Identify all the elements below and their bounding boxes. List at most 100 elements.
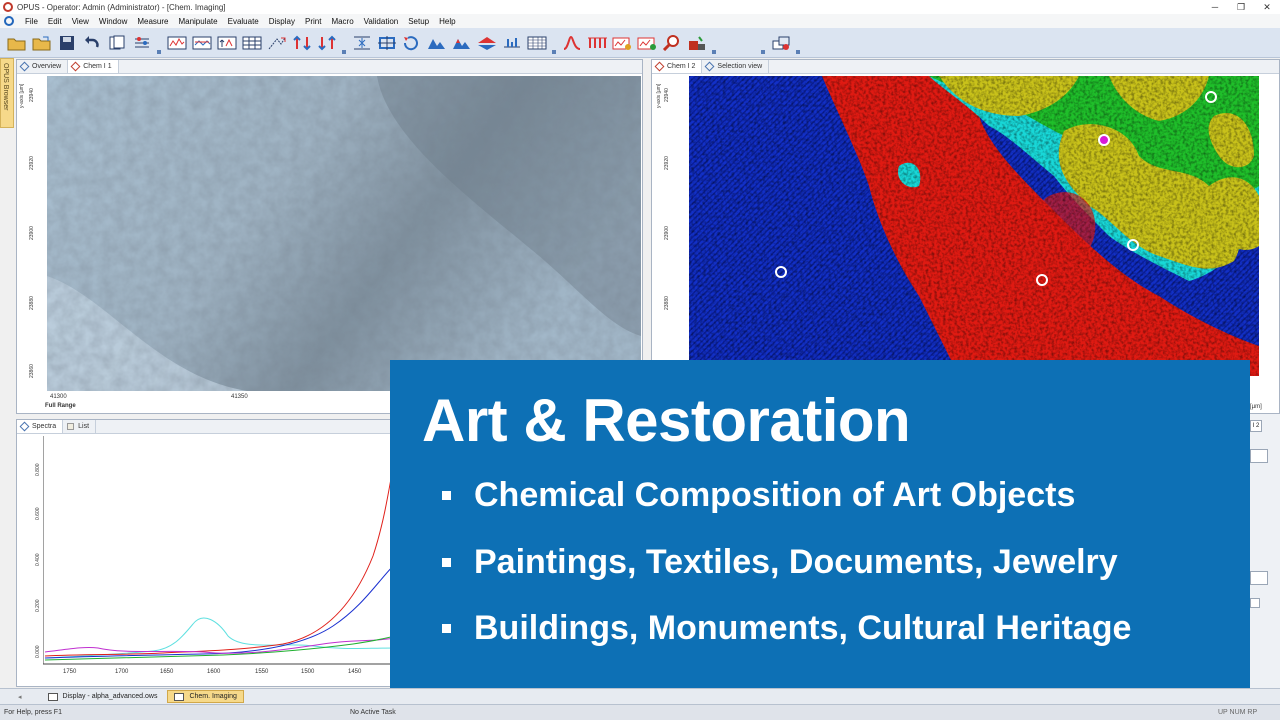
y-tick: 0.600 xyxy=(35,507,41,520)
y-tick: 23880 xyxy=(664,296,670,310)
chem-tab-icon xyxy=(70,61,81,72)
toolbar-overflow-icon-3[interactable] xyxy=(551,32,557,54)
map-tabs: Chem I 2 Selection view xyxy=(652,60,1279,74)
expand-vertical-icon[interactable] xyxy=(291,32,313,54)
button-fragment[interactable] xyxy=(1250,598,1260,608)
toolbar-overflow-icon[interactable] xyxy=(156,32,162,54)
library-search-icon[interactable] xyxy=(686,32,708,54)
spectra-plot[interactable] xyxy=(43,436,395,666)
grid-table-icon[interactable] xyxy=(526,32,548,54)
sample-visual-image[interactable] xyxy=(47,76,641,391)
tab-chem-i-1[interactable]: Chem I 1 xyxy=(68,60,119,73)
open-folder-icon[interactable] xyxy=(6,32,28,54)
toolbar-overflow-icon-6[interactable] xyxy=(795,32,801,54)
peak-invert-icon[interactable] xyxy=(476,32,498,54)
display-spectrum-icon[interactable] xyxy=(166,32,188,54)
opus-browser-toggle[interactable]: OPUS Browser xyxy=(0,58,14,128)
x-axis-unit-fragment: [µm] xyxy=(1250,404,1262,410)
status-indicators: UP NUM RP xyxy=(1218,709,1258,716)
tab-overview[interactable]: Overview xyxy=(17,60,69,73)
minimize-icon[interactable]: ─ xyxy=(1202,0,1228,14)
peak-red-icon[interactable] xyxy=(451,32,473,54)
toolbar-spacer xyxy=(735,32,757,54)
y-tick: 23940 xyxy=(664,88,670,102)
scroll-left-icon[interactable]: ◂ xyxy=(18,693,22,701)
promo-headline: Art & Restoration xyxy=(422,387,911,454)
menu-window[interactable]: Window xyxy=(94,17,132,26)
y-tick: 23860 xyxy=(29,364,35,378)
document-menu-icon[interactable] xyxy=(4,16,14,26)
chemical-distribution-map[interactable] xyxy=(689,76,1259,376)
y-tick: 23900 xyxy=(29,226,35,240)
menu-help[interactable]: Help xyxy=(434,17,460,26)
undo-icon[interactable] xyxy=(81,32,103,54)
scale-spectrum-icon[interactable] xyxy=(216,32,238,54)
open-file-icon[interactable] xyxy=(31,32,53,54)
tab-spectra[interactable]: Spectra xyxy=(17,420,64,433)
promo-bullet: Chemical Composition of Art Objects xyxy=(442,475,1075,515)
task-chem-imaging[interactable]: Chem. Imaging xyxy=(167,690,244,703)
y-tick: 0.000 xyxy=(35,645,41,658)
dropdown-fragment-1[interactable] xyxy=(1250,449,1268,463)
save-icon[interactable] xyxy=(56,32,78,54)
selection-tab-icon xyxy=(704,61,715,72)
menu-measure[interactable]: Measure xyxy=(132,17,173,26)
menu-display[interactable]: Display xyxy=(264,17,300,26)
tab-chem-i-1-label: Chem I 1 xyxy=(83,63,112,70)
overlay-spectra-icon[interactable] xyxy=(191,32,213,54)
red-markers-icon[interactable] xyxy=(586,32,608,54)
menu-edit[interactable]: Edit xyxy=(43,17,67,26)
menu-macro[interactable]: Macro xyxy=(326,17,358,26)
task-display[interactable]: Display - alpha_advanced.ows xyxy=(42,690,164,703)
peak-blue-icon[interactable] xyxy=(426,32,448,54)
tab-list-label: List xyxy=(78,423,90,430)
tab-fragment[interactable]: I 2 xyxy=(1250,420,1262,432)
spectra-tab-icon xyxy=(19,421,30,432)
search-magnifier-icon[interactable] xyxy=(661,32,683,54)
blue-spectrum xyxy=(44,563,395,659)
x-tick: 41300 xyxy=(50,394,67,400)
menu-print[interactable]: Print xyxy=(300,17,326,26)
parameters-icon[interactable] xyxy=(131,32,153,54)
toolbar-overflow-icon-5[interactable] xyxy=(760,32,766,54)
document-taskbar: ◂ Display - alpha_advanced.ows Chem. Ima… xyxy=(0,688,1280,704)
undo-zoom-icon[interactable] xyxy=(401,32,423,54)
table-view-icon[interactable] xyxy=(241,32,263,54)
dropdown-fragment-2[interactable] xyxy=(1250,571,1268,585)
shrink-vertical-icon[interactable] xyxy=(316,32,338,54)
menu-file[interactable]: File xyxy=(20,17,43,26)
menu-setup[interactable]: Setup xyxy=(403,17,434,26)
y-tick: 23920 xyxy=(664,156,670,170)
report-chart-icon[interactable] xyxy=(611,32,633,54)
restore-icon[interactable]: ❐ xyxy=(1228,0,1254,14)
tab-list[interactable]: List xyxy=(63,420,97,433)
promo-bullet: Paintings, Textiles, Documents, Jewelry xyxy=(442,542,1118,582)
menu-manipulate[interactable]: Manipulate xyxy=(173,17,222,26)
layout-windows-icon[interactable] xyxy=(770,32,792,54)
promo-overlay: Art & Restoration Chemical Composition o… xyxy=(390,360,1250,700)
close-icon[interactable]: ✕ xyxy=(1254,0,1280,14)
tab-chem-i-2[interactable]: Chem I 2 xyxy=(652,60,703,73)
y-tick: 0.400 xyxy=(35,553,41,566)
peak-pick-icon[interactable] xyxy=(501,32,523,54)
overview-tab-icon xyxy=(19,61,30,72)
magenta-region-marker[interactable] xyxy=(1098,134,1110,146)
tab-selection-view[interactable]: Selection view xyxy=(702,60,770,73)
x-tick: 1450 xyxy=(348,669,362,675)
compress-y-icon[interactable] xyxy=(351,32,373,54)
window-controls: ─ ❐ ✕ xyxy=(1202,0,1280,14)
menu-validation[interactable]: Validation xyxy=(359,17,404,26)
x-tick: 41350 xyxy=(231,394,248,400)
tab-overview-label: Overview xyxy=(32,63,62,70)
check-chart-icon[interactable] xyxy=(636,32,658,54)
menu-view[interactable]: View xyxy=(67,17,94,26)
toolbar-overflow-icon-2[interactable] xyxy=(341,32,347,54)
spectra-tabs: Spectra List xyxy=(17,420,395,434)
menu-evaluate[interactable]: Evaluate xyxy=(223,17,264,26)
copy-icon[interactable] xyxy=(106,32,128,54)
fit-window-icon[interactable] xyxy=(376,32,398,54)
x-tick: 1700 xyxy=(115,669,129,675)
zoom-frame-icon[interactable] xyxy=(266,32,288,54)
red-peak-icon[interactable] xyxy=(561,32,583,54)
toolbar-overflow-icon-4[interactable] xyxy=(711,32,717,54)
